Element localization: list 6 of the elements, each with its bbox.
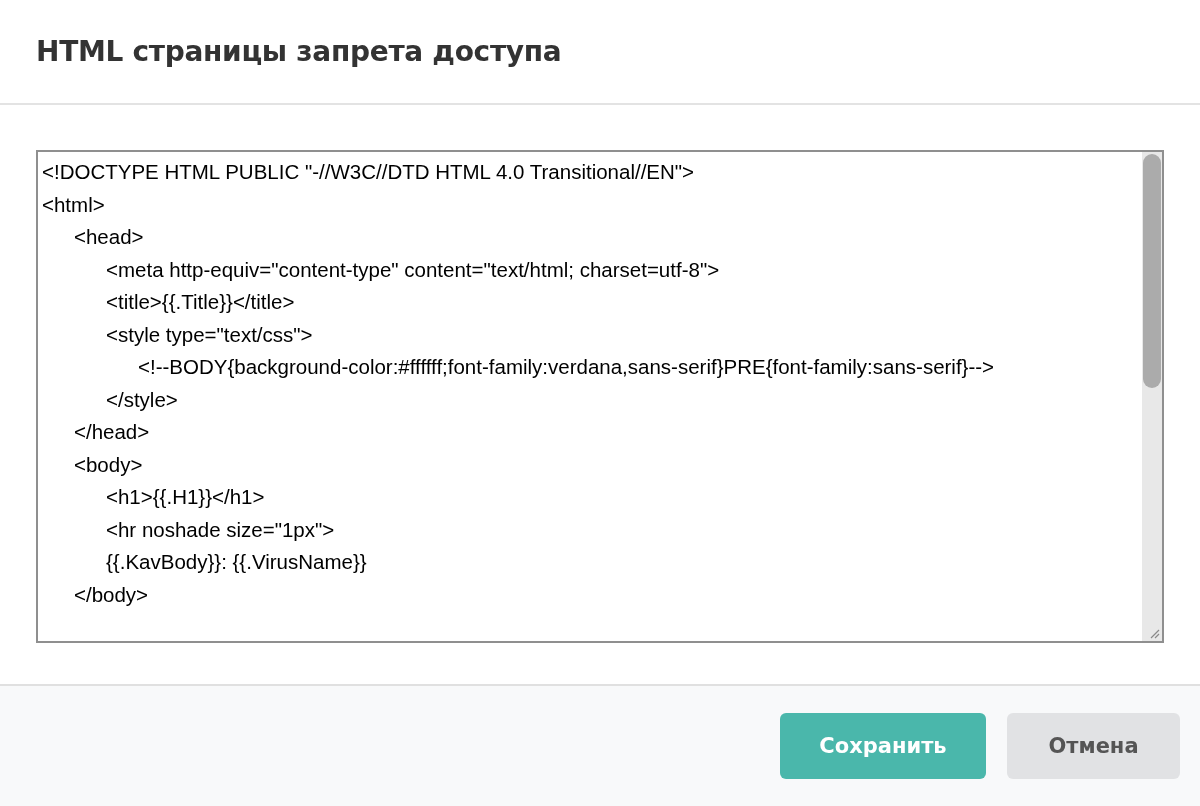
scrollbar[interactable]	[1142, 152, 1162, 641]
cancel-button[interactable]: Отмена	[1007, 713, 1180, 779]
code-editor[interactable]: <!DOCTYPE HTML PUBLIC "-//W3C//DTD HTML 4.0 Transitional//EN"> <html> <head> <meta http-equiv="content-type" content="text/html; charset=utf-8"> <title>{{.Title}}</title> <style type="text/css"> <!--BODY{background-color:#ffffff;font-family:verdana,sans-serif}PRE{font-family:sans-serif}--> </style> </head> <body> <h1>{{.H1}}</h1> <hr noshade size="1px"> {{.KavBody}}: {{.VirusName}} </body>	[36, 150, 1164, 643]
scrollbar-thumb[interactable]	[1143, 154, 1161, 388]
dialog-title: HTML страницы запрета доступа	[36, 35, 562, 68]
resize-grip-icon[interactable]	[1148, 627, 1160, 639]
